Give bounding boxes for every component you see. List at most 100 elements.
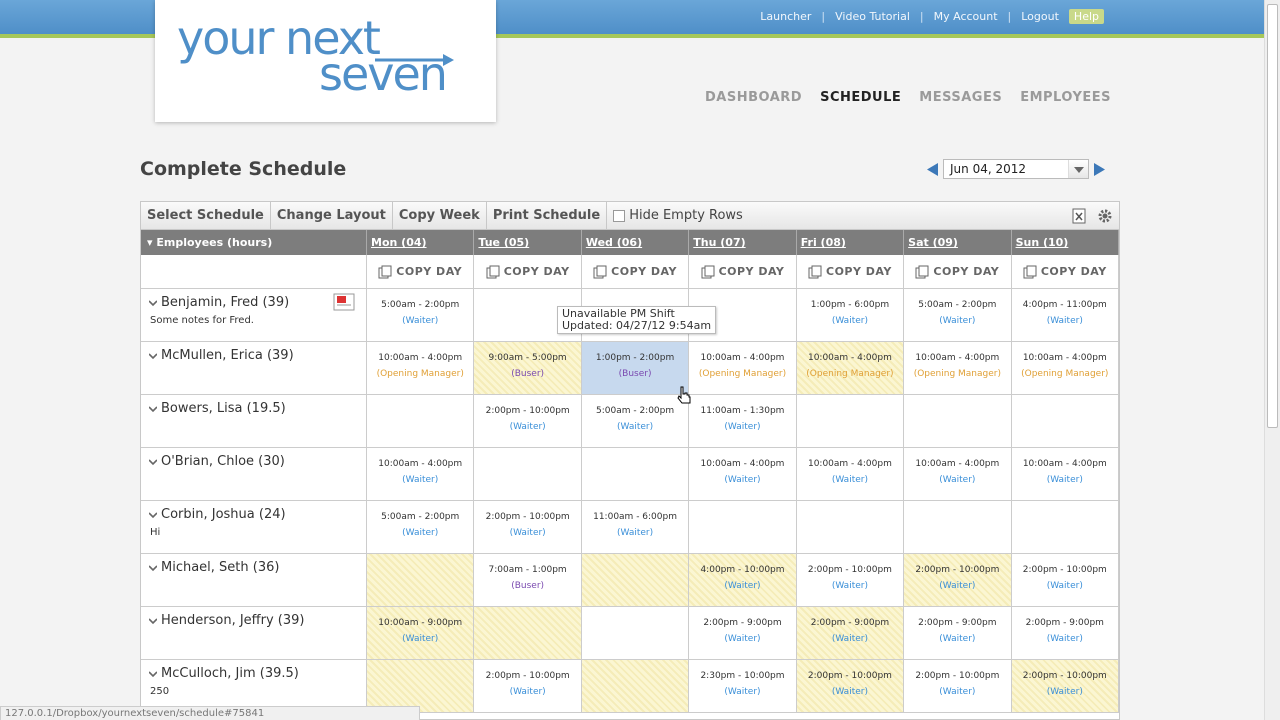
- shift-cell[interactable]: 10:00am - 9:00pm (Waiter): [367, 607, 475, 659]
- date-select[interactable]: Jun 04, 2012: [943, 159, 1089, 179]
- shift-cell[interactable]: 4:00pm - 11:00pm (Waiter): [1012, 289, 1119, 341]
- employee-cell[interactable]: Henderson, Jeffry (39): [141, 607, 367, 659]
- shift-cell[interactable]: 10:00am - 4:00pm (Waiter): [797, 448, 905, 500]
- employee-cell[interactable]: Benjamin, Fred (39) Some notes for Fred.: [141, 289, 367, 341]
- shift-cell[interactable]: 11:00am - 1:30pm (Waiter): [689, 395, 797, 447]
- shift-cell[interactable]: 2:00pm - 9:00pm (Waiter): [1012, 607, 1119, 659]
- shift-cell[interactable]: 2:00pm - 10:00pm (Waiter): [904, 554, 1012, 606]
- video-tutorial-link[interactable]: Video Tutorial: [835, 10, 910, 23]
- copy-day-button[interactable]: COPY DAY: [367, 255, 475, 288]
- shift-cell[interactable]: 11:00am - 6:00pm (Waiter): [582, 501, 690, 553]
- employee-cell[interactable]: Michael, Seth (36): [141, 554, 367, 606]
- shift-cell[interactable]: [367, 554, 475, 606]
- shift-cell[interactable]: 2:00pm - 10:00pm (Waiter): [474, 660, 582, 712]
- shift-cell[interactable]: 7:00am - 1:00pm (Buser): [474, 554, 582, 606]
- shift-cell[interactable]: 5:00am - 2:00pm (Waiter): [367, 501, 475, 553]
- excel-export-icon[interactable]: [1072, 208, 1088, 224]
- gear-icon[interactable]: [1097, 208, 1113, 224]
- shift-cell[interactable]: 2:00pm - 10:00pm (Waiter): [474, 501, 582, 553]
- shift-cell[interactable]: 10:00am - 4:00pm (Opening Manager): [689, 342, 797, 394]
- employee-cell[interactable]: McMullen, Erica (39): [141, 342, 367, 394]
- shift-cell[interactable]: 10:00am - 4:00pm (Waiter): [904, 448, 1012, 500]
- shift-cell[interactable]: 2:00pm - 10:00pm (Waiter): [904, 660, 1012, 712]
- flag-note-icon[interactable]: [333, 293, 355, 311]
- shift-cell[interactable]: 1:00pm - 6:00pm (Waiter): [797, 289, 905, 341]
- hide-empty-rows-toggle[interactable]: Hide Empty Rows: [607, 208, 743, 223]
- shift-cell[interactable]: 2:00pm - 10:00pm (Waiter): [796, 660, 905, 712]
- select-schedule-button[interactable]: Select Schedule: [141, 202, 271, 230]
- shift-cell[interactable]: 4:00pm - 10:00pm (Waiter): [689, 554, 797, 606]
- chevron-down-icon[interactable]: [149, 670, 157, 678]
- shift-cell[interactable]: 10:00am - 4:00pm (Waiter): [1012, 448, 1119, 500]
- chevron-down-icon[interactable]: [149, 511, 157, 519]
- prev-week-icon[interactable]: [926, 162, 939, 176]
- nav-messages[interactable]: MESSAGES: [919, 90, 1002, 105]
- shift-cell[interactable]: 10:00am - 4:00pm (Waiter): [367, 448, 475, 500]
- shift-cell[interactable]: 9:00am - 5:00pm (Buser): [474, 342, 582, 394]
- shift-cell[interactable]: [1012, 501, 1119, 553]
- print-schedule-button[interactable]: Print Schedule: [487, 202, 608, 230]
- next-week-icon[interactable]: [1093, 162, 1106, 176]
- shift-cell[interactable]: [474, 448, 582, 500]
- shift-cell[interactable]: [367, 395, 475, 447]
- shift-cell[interactable]: [367, 660, 475, 712]
- shift-cell[interactable]: 5:00am - 2:00pm (Waiter): [582, 395, 690, 447]
- shift-cell[interactable]: 10:00am - 4:00pm (Opening Manager): [796, 342, 905, 394]
- shift-cell[interactable]: 10:00am - 4:00pm (Opening Manager): [1012, 342, 1119, 394]
- employees-header[interactable]: ▾ Employees (hours): [141, 230, 367, 255]
- help-button[interactable]: Help: [1068, 9, 1104, 24]
- logout-link[interactable]: Logout: [1021, 10, 1059, 23]
- scrollbar-thumb[interactable]: [1267, 4, 1278, 428]
- shift-cell[interactable]: 2:00pm - 10:00pm (Waiter): [797, 554, 905, 606]
- day-header[interactable]: Tue (05): [474, 230, 582, 255]
- copy-week-button[interactable]: Copy Week: [393, 202, 487, 230]
- shift-cell[interactable]: [581, 554, 690, 606]
- page-scrollbar[interactable]: [1264, 0, 1280, 720]
- shift-cell[interactable]: [689, 501, 797, 553]
- copy-day-button[interactable]: COPY DAY: [474, 255, 582, 288]
- copy-day-button[interactable]: COPY DAY: [1012, 255, 1119, 288]
- chevron-down-icon[interactable]: [1068, 160, 1088, 178]
- chevron-down-icon[interactable]: [149, 617, 157, 625]
- shift-cell[interactable]: [582, 448, 690, 500]
- shift-cell[interactable]: 2:00pm - 9:00pm (Waiter): [796, 607, 905, 659]
- day-header[interactable]: Sun (10): [1012, 230, 1119, 255]
- copy-day-button[interactable]: COPY DAY: [904, 255, 1012, 288]
- shift-cell[interactable]: 2:00pm - 9:00pm (Waiter): [689, 607, 797, 659]
- copy-day-button[interactable]: COPY DAY: [689, 255, 797, 288]
- shift-cell[interactable]: 2:00pm - 10:00pm (Waiter): [474, 395, 582, 447]
- shift-cell[interactable]: 1:00pm - 2:00pm (Buser): [581, 342, 690, 394]
- day-header[interactable]: Mon (04): [367, 230, 475, 255]
- nav-schedule[interactable]: SCHEDULE: [820, 90, 901, 105]
- day-header[interactable]: Sat (09): [904, 230, 1012, 255]
- shift-cell[interactable]: [797, 501, 905, 553]
- shift-cell[interactable]: [904, 501, 1012, 553]
- shift-cell[interactable]: 2:00pm - 10:00pm (Waiter): [1012, 554, 1119, 606]
- shift-cell[interactable]: 10:00am - 4:00pm (Waiter): [689, 448, 797, 500]
- copy-day-button[interactable]: COPY DAY: [582, 255, 690, 288]
- day-header[interactable]: Thu (07): [689, 230, 797, 255]
- shift-cell[interactable]: 5:00am - 2:00pm (Waiter): [904, 289, 1012, 341]
- logo[interactable]: your next seven: [155, 0, 496, 122]
- shift-cell[interactable]: 10:00am - 4:00pm (Opening Manager): [367, 342, 475, 394]
- launcher-link[interactable]: Launcher: [760, 10, 811, 23]
- day-header[interactable]: Fri (08): [797, 230, 905, 255]
- shift-cell[interactable]: 2:30pm - 10:00pm (Waiter): [689, 660, 797, 712]
- employee-cell[interactable]: Corbin, Joshua (24) Hi: [141, 501, 367, 553]
- chevron-down-icon[interactable]: [149, 564, 157, 572]
- my-account-link[interactable]: My Account: [934, 10, 998, 23]
- hide-empty-rows-checkbox[interactable]: [613, 209, 626, 222]
- employee-cell[interactable]: McCulloch, Jim (39.5) 250: [141, 660, 367, 712]
- shift-cell[interactable]: 2:00pm - 10:00pm (Waiter): [1011, 660, 1119, 712]
- day-header[interactable]: Wed (06): [582, 230, 690, 255]
- shift-cell[interactable]: [581, 660, 690, 712]
- chevron-down-icon[interactable]: [149, 352, 157, 360]
- employee-cell[interactable]: Bowers, Lisa (19.5): [141, 395, 367, 447]
- nav-dashboard[interactable]: DASHBOARD: [705, 90, 802, 105]
- shift-cell[interactable]: [1012, 395, 1119, 447]
- shift-cell[interactable]: [797, 395, 905, 447]
- copy-day-button[interactable]: COPY DAY: [797, 255, 905, 288]
- shift-cell[interactable]: [582, 607, 690, 659]
- change-layout-button[interactable]: Change Layout: [271, 202, 393, 230]
- chevron-down-icon[interactable]: [149, 405, 157, 413]
